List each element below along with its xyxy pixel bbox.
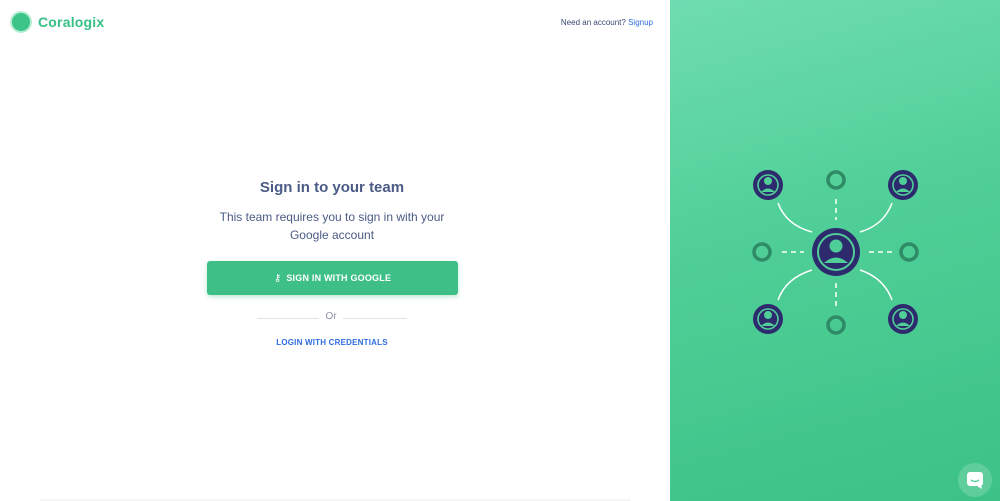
user-icon-top-right [888, 170, 918, 200]
illustration-panel [670, 0, 1000, 501]
key-icon: ⚷ [273, 272, 282, 284]
user-icon-bottom-right [888, 304, 918, 334]
page-title: Sign in to your team [259, 179, 405, 196]
user-icon-top-left [753, 170, 783, 200]
chat-launcher-button[interactable] [958, 463, 992, 497]
node-ring-bottom [826, 315, 846, 335]
node-ring-left [752, 242, 772, 262]
or-separator: Or [325, 311, 337, 322]
coralogix-logo-icon [12, 13, 30, 31]
user-icon-bottom-left [753, 304, 783, 334]
page-subtitle: This team requires you to sign in with y… [219, 210, 445, 242]
signup-link[interactable]: Signup [628, 18, 653, 27]
divider-left [257, 318, 319, 319]
signup-prompt: Need an account? Signup [561, 18, 653, 27]
google-button-label: SIGN IN WITH GOOGLE [286, 273, 392, 283]
brand-name: Coralogix [38, 14, 105, 30]
login-with-credentials-link[interactable]: LOGIN WITH CREDENTIALS [250, 338, 414, 347]
need-account-text: Need an account? [560, 18, 626, 27]
node-ring-right [899, 242, 919, 262]
brand-logo[interactable]: Coralogix [12, 13, 104, 31]
sign-in-panel: Coralogix Need an account? Signup Sign i… [0, 0, 670, 501]
divider-right [343, 318, 407, 319]
center-user-icon [812, 228, 860, 276]
chat-icon [967, 472, 983, 489]
sign-in-with-google-button[interactable]: ⚷ SIGN IN WITH GOOGLE [207, 261, 458, 295]
node-ring-top [826, 170, 846, 190]
team-network-illustration [752, 170, 919, 335]
